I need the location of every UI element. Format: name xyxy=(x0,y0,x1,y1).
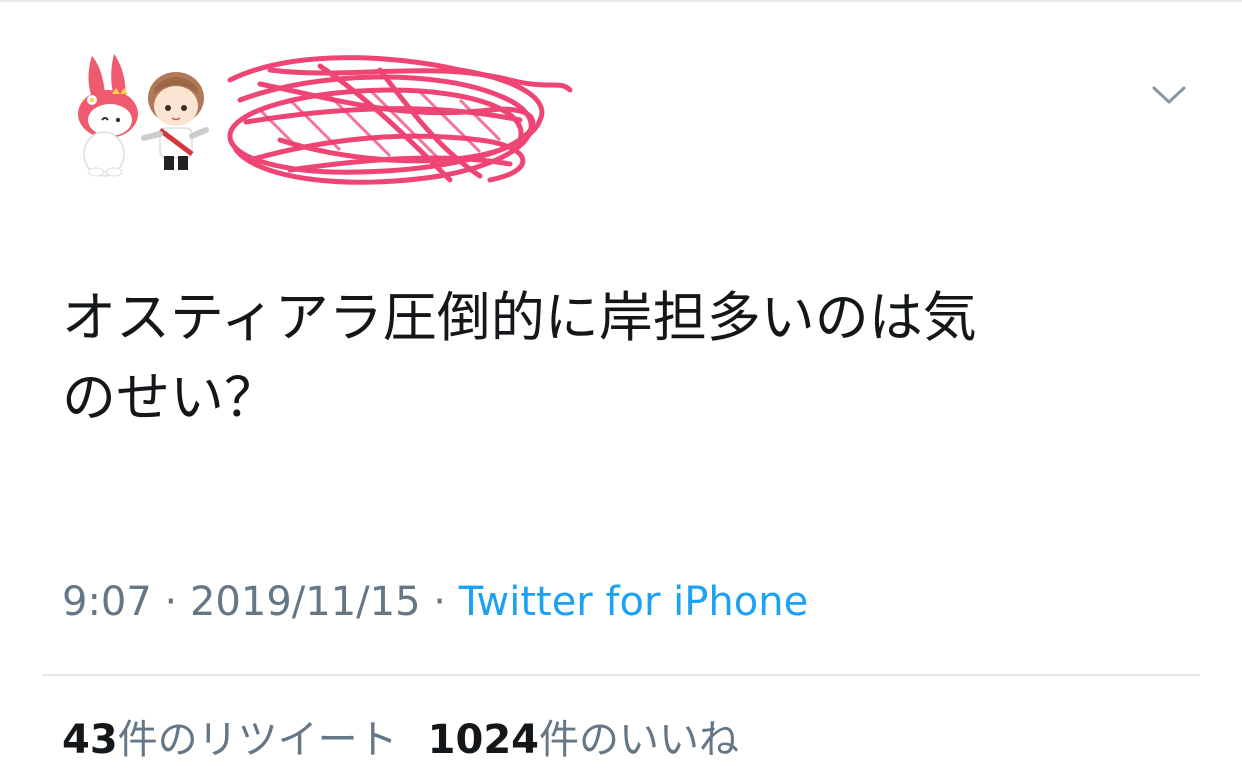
tweet-stats: 43件のリツイート 1024件のいいね xyxy=(62,710,739,770)
likes-stat[interactable]: 1024件のいいね xyxy=(428,717,739,763)
divider xyxy=(42,674,1200,676)
tweet-date[interactable]: 2019/11/15 xyxy=(190,579,421,625)
retweets-stat[interactable]: 43件のリツイート xyxy=(62,717,398,763)
chevron-down-icon[interactable] xyxy=(1148,78,1190,112)
tweet-text-line: オスティアラ圧倒的に岸担多いのは気 xyxy=(62,286,977,349)
meta-separator: · xyxy=(420,579,459,625)
avatar[interactable] xyxy=(62,44,222,184)
tweet-source-link[interactable]: Twitter for iPhone xyxy=(459,579,809,625)
boy-illustration xyxy=(141,72,209,170)
likes-label: 件のいいね xyxy=(539,717,739,763)
tweet-text: オスティアラ圧倒的に岸担多いのは気 のせい？ xyxy=(62,278,1172,438)
likes-count: 1024 xyxy=(427,717,539,763)
retweets-label: 件のリツイート xyxy=(117,717,398,763)
scribble-redaction xyxy=(227,55,573,185)
retweets-count: 43 xyxy=(62,717,118,763)
tweet-text-line: のせい？ xyxy=(62,366,278,429)
tweet-meta: 9:07 · 2019/11/15 · Twitter for iPhone xyxy=(62,574,808,630)
tweet-time[interactable]: 9:07 xyxy=(62,579,152,625)
top-border xyxy=(0,0,1242,2)
bunny-illustration xyxy=(78,54,138,177)
meta-separator: · xyxy=(151,579,190,625)
